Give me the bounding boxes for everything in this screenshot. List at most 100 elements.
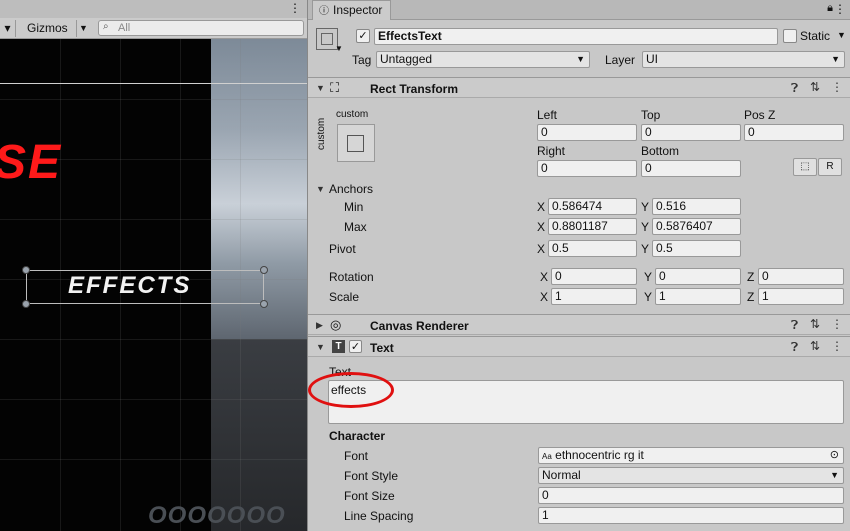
tag-dropdown[interactable]: Untagged ▼ [376, 51, 590, 68]
more-icon[interactable]: ⋮ [831, 339, 843, 353]
font-style-value: Normal [542, 468, 581, 482]
right-field[interactable]: 0 [537, 160, 637, 177]
x-label: X [537, 200, 546, 214]
font-size-field[interactable]: 0 [538, 487, 844, 504]
bottom-text-strip: OOOOOOO [148, 502, 286, 529]
x-label: X [540, 270, 549, 284]
scale-y-field[interactable]: 1 [655, 288, 741, 305]
max-label: Max [344, 220, 367, 234]
rect-transform-header[interactable]: ▼ ⛶ Rect Transform ❓︎ ⇅ ⋮ [308, 77, 850, 98]
rotation-label: Rotation [329, 270, 374, 284]
fold-arrow-icon[interactable]: ▼ [316, 83, 325, 93]
gizmos-button[interactable]: Gizmos [27, 20, 68, 37]
more-icon[interactable]: ⋮ [831, 317, 843, 331]
text-component-header[interactable]: ▼ T ✓ Text ❓︎ ⇅ ⋮ [308, 336, 850, 357]
anchor-max-y-field[interactable]: 0.5876407 [652, 218, 741, 235]
font-asset-icon: Aa [542, 452, 552, 461]
chevron-down-icon: ▼ [831, 54, 840, 64]
object-picker-icon[interactable]: ⊙ [830, 448, 839, 463]
line-spacing-field[interactable]: 1 [538, 507, 844, 524]
help-icon[interactable]: ❓︎ [791, 318, 798, 333]
lock-icon[interactable]: 🔒︎ [827, 2, 833, 15]
tag-label: Tag [352, 53, 372, 67]
x-label: X [540, 290, 549, 304]
anchor-min-x-field[interactable]: 0.586474 [548, 198, 637, 215]
more-icon[interactable]: ⋮ [289, 1, 301, 15]
tag-value: Untagged [380, 52, 433, 66]
preset-icon[interactable]: ⇅ [810, 317, 820, 331]
scene-topbar: ⋮ [0, 0, 307, 18]
component-title: Rect Transform [370, 82, 459, 96]
preset-icon[interactable]: ⇅ [810, 339, 820, 353]
top-field[interactable]: 0 [641, 124, 741, 141]
blueprint-mode-button[interactable]: ⬚ [793, 158, 817, 176]
scale-x-field[interactable]: 1 [551, 288, 637, 305]
help-icon[interactable]: ❓︎ [791, 340, 798, 355]
effects-text-object[interactable]: EFFECTS [68, 272, 191, 300]
scene-canvas[interactable]: SE EFFECTS OOOOOOO [0, 39, 307, 531]
fold-arrow-icon[interactable]: ▶ [316, 320, 323, 331]
static-dropdown-icon[interactable]: ▼ [837, 30, 846, 40]
pivot-y-field[interactable]: 0.5 [652, 240, 741, 257]
rotation-z-field[interactable]: 0 [758, 268, 844, 285]
scene-search-input[interactable]: ⌕ All [98, 20, 304, 36]
left-field[interactable]: 0 [537, 124, 637, 141]
scale-z-field[interactable]: 1 [758, 288, 844, 305]
x-label: X [537, 242, 546, 256]
anchor-preset-side-label: custom [316, 117, 327, 150]
layer-dropdown[interactable]: UI ▼ [642, 51, 845, 68]
anchor-preset-button[interactable] [337, 124, 375, 162]
toolbar-dropdown-icon[interactable]: ▾ [0, 20, 16, 37]
tab-inspector[interactable]: ⓘ Inspector [312, 0, 392, 20]
component-title: Text [370, 341, 394, 355]
min-label: Min [344, 200, 364, 214]
font-style-dropdown[interactable]: Normal ▼ [538, 467, 844, 484]
object-name-field[interactable]: EffectsText [374, 28, 778, 45]
line-spacing-label: Line Spacing [344, 509, 414, 523]
gizmos-dropdown-icon[interactable]: ▼ [76, 20, 90, 37]
pivot-x-field[interactable]: 0.5 [548, 240, 637, 257]
inspector-panel: ⓘ Inspector 🔒︎ ⋮ ▼ ✓ EffectsText Static ▼… [307, 0, 850, 531]
font-field[interactable]: Aa ethnocentric rg it ⊙ [538, 447, 844, 464]
canvas-renderer-header[interactable]: ▶ ◎ Canvas Renderer ❓︎ ⇅ ⋮ [308, 314, 850, 335]
chevron-down-icon: ▼ [576, 54, 585, 64]
anchor-max-x-field[interactable]: 0.8801187 [548, 218, 637, 235]
search-placeholder: All [118, 22, 131, 34]
active-checkbox[interactable]: ✓ [356, 29, 370, 43]
scene-view[interactable]: ⋮ ▾ Gizmos ▼ ⌕ All SE EFFECTS OOOOOOO [0, 0, 307, 531]
anchors-label: Anchors [329, 182, 374, 196]
static-label: Static [800, 29, 831, 43]
posz-field[interactable]: 0 [744, 124, 844, 141]
resize-handle-tr[interactable] [260, 266, 268, 274]
anchors-fold-icon[interactable]: ▼ [316, 184, 325, 194]
y-label: Y [641, 220, 650, 234]
blueprint-icon: ⬚ [800, 161, 810, 172]
text-enabled-checkbox[interactable]: ✓ [349, 340, 362, 353]
scene-toolbar: ▾ Gizmos ▼ ⌕ All [0, 18, 307, 39]
resize-handle-bl[interactable] [22, 300, 30, 308]
icon-dropdown-arrow[interactable]: ▼ [335, 44, 343, 53]
text-area[interactable]: effects [328, 380, 844, 424]
more-icon[interactable]: ⋮ [834, 2, 846, 16]
resize-handle-tl[interactable] [22, 266, 30, 274]
pivot-label: Pivot [329, 242, 356, 256]
font-size-label: Font Size [344, 489, 395, 503]
raw-edit-button[interactable]: R [818, 158, 842, 176]
resize-handle-br[interactable] [260, 300, 268, 308]
help-icon[interactable]: ❓︎ [791, 81, 798, 96]
fold-arrow-icon[interactable]: ▼ [316, 342, 325, 352]
chevron-down-icon: ▼ [830, 470, 839, 480]
preset-icon[interactable]: ⇅ [810, 80, 820, 94]
y-label: Y [641, 200, 650, 214]
rotation-y-field[interactable]: 0 [655, 268, 741, 285]
canvas-renderer-icon: ◎ [330, 317, 342, 332]
anchor-min-y-field[interactable]: 0.516 [652, 198, 741, 215]
component-title: Canvas Renderer [370, 319, 469, 333]
bottom-field[interactable]: 0 [641, 160, 741, 177]
title-word: SE [0, 136, 63, 189]
rotation-x-field[interactable]: 0 [551, 268, 637, 285]
more-icon[interactable]: ⋮ [831, 80, 843, 94]
text-component-icon: T [332, 340, 345, 353]
font-style-label: Font Style [344, 469, 399, 483]
static-checkbox[interactable] [783, 29, 797, 43]
